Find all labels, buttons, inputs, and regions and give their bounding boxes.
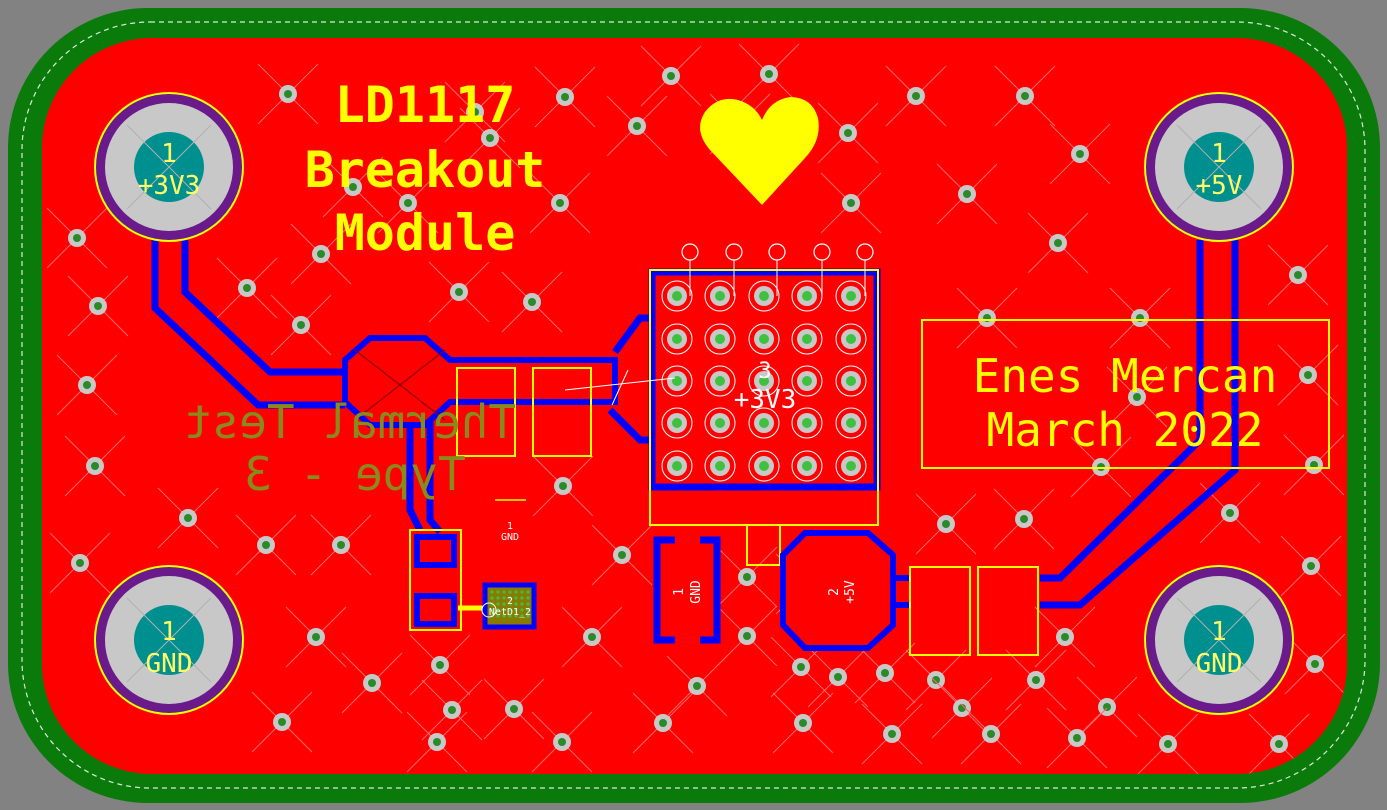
author-name: Enes Mercan xyxy=(973,349,1278,403)
gnd-small-net: GND xyxy=(501,532,519,543)
pad-br-number: 1 xyxy=(1211,617,1227,647)
pad-tr-number: 1 xyxy=(1211,139,1227,169)
title-line-3: Module xyxy=(335,204,516,262)
mirrored-note-line-1: Thermal Test xyxy=(184,395,516,449)
pad-bl-number: 1 xyxy=(161,617,177,647)
pad-tl-net: +3V3 xyxy=(138,171,201,201)
pad-bl-net: GND xyxy=(146,649,193,679)
led-pad-number: 2 xyxy=(507,596,513,607)
gnd-pad-net: GND xyxy=(689,580,704,604)
board-title: LD1117 Breakout Module xyxy=(305,76,546,262)
pad-br-net: GND xyxy=(1196,649,1243,679)
pad-tr-net: +5V xyxy=(1196,171,1243,201)
regulator-pin3-net: +3V3 xyxy=(734,385,797,415)
vin-pad-number: 2 xyxy=(827,588,842,596)
vin-pad-net: +5V xyxy=(843,580,858,604)
led-pad-net: NetD1_2 xyxy=(489,607,531,618)
pad-tl-number: 1 xyxy=(161,139,177,169)
pcb-layout-view: 3 +3V3 1 GND 2 +5V 1 GND 2 NetD1_2 1 +3V… xyxy=(8,8,1380,803)
title-line-2: Breakout xyxy=(305,141,546,199)
regulator-pin3-number: 3 xyxy=(758,359,771,384)
title-line-1: LD1117 xyxy=(335,76,516,134)
author-date: March 2022 xyxy=(987,403,1264,457)
gnd-pad-number: 1 xyxy=(672,588,687,596)
gnd-small-number: 1 xyxy=(507,521,513,532)
mirrored-note-line-2: Type - 3 xyxy=(244,447,466,501)
